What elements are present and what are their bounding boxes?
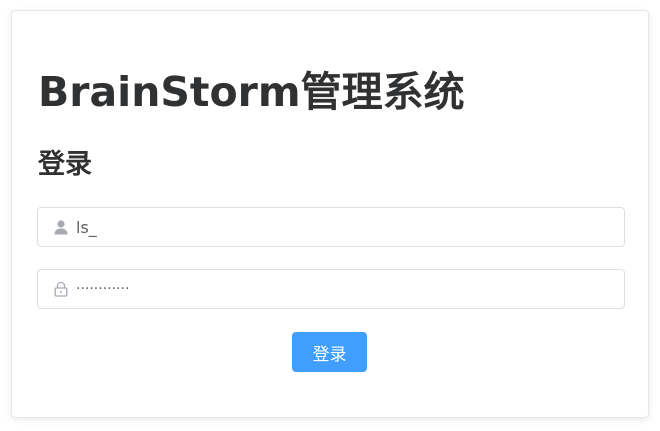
username-field[interactable] — [37, 207, 625, 247]
login-heading: 登录 — [38, 149, 92, 180]
username-input[interactable] — [76, 208, 616, 246]
app-title: BrainStorm管理系统 — [38, 68, 465, 116]
lock-icon — [53, 281, 69, 297]
password-input[interactable] — [76, 270, 616, 308]
login-button[interactable]: 登录 — [292, 332, 367, 372]
password-field[interactable] — [37, 269, 625, 309]
user-icon — [53, 219, 69, 235]
